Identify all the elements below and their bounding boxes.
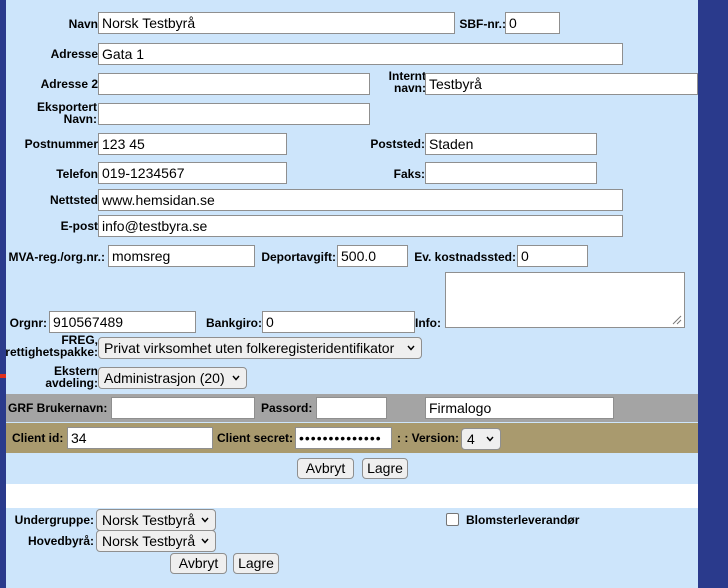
postnummer-input[interactable]: 123 45	[98, 133, 287, 155]
client-secret-label: Client secret:	[217, 431, 294, 445]
undergruppe-label: Undergruppe:	[14, 513, 94, 527]
firmalogo-input[interactable]: Firmalogo	[425, 397, 614, 419]
resize-grip-icon[interactable]	[672, 315, 682, 325]
adresse-input[interactable]: Gata 1	[98, 43, 623, 65]
bankgiro-input[interactable]: 0	[262, 311, 415, 333]
info-label: Info:	[415, 316, 441, 330]
chevron-down-icon	[201, 538, 209, 544]
hovedbyra-label: Hovedbyrå:	[27, 534, 94, 548]
epost-input[interactable]: info@testbyra.se	[98, 215, 623, 237]
faks-label: Faks:	[393, 167, 425, 181]
adresse2-input[interactable]	[98, 73, 370, 95]
agency-form-panel: Navn: Norsk Testbyrå SBF-nr.: 0 Adresse:…	[5, 0, 698, 588]
save-button[interactable]: Lagre	[362, 458, 408, 479]
spacer-band	[6, 484, 698, 508]
freg-selected: Privat virksomhet uten folkeregisteriden…	[104, 340, 395, 356]
ekstern-avdeling-label: Ekstern avdeling:	[45, 364, 98, 390]
blomsterleverandor-checkbox[interactable]	[446, 513, 459, 526]
undergruppe-selected: Norsk Testbyrå	[102, 512, 196, 528]
navn-input[interactable]: Norsk Testbyrå	[98, 12, 455, 34]
ekstern-avdeling-select[interactable]: Administrasjon (20)	[98, 367, 247, 389]
telefon-label: Telefon:	[56, 167, 102, 181]
nettsted-input[interactable]: www.hemsidan.se	[98, 189, 623, 211]
kostnadssted-input[interactable]: 0	[517, 245, 588, 267]
hovedbyra-selected: Norsk Testbyrå	[102, 533, 196, 549]
chevron-down-icon	[201, 517, 209, 523]
telefon-input[interactable]: 019-1234567	[98, 162, 287, 184]
orgnr-input[interactable]: 910567489	[49, 311, 196, 333]
client-secret-input[interactable]: ••••••••••••••	[295, 427, 392, 449]
grf-brukernavn-label: GRF Brukernavn:	[8, 401, 108, 415]
save-button[interactable]: Lagre	[233, 553, 279, 574]
poststed-input[interactable]: Staden	[425, 133, 597, 155]
sbf-nr-input[interactable]: 0	[505, 12, 560, 34]
undergruppe-select[interactable]: Norsk Testbyrå	[96, 509, 216, 531]
passord-input[interactable]	[316, 397, 387, 419]
eksportert-navn-input[interactable]	[98, 103, 370, 125]
version-select[interactable]: 4	[461, 428, 501, 450]
passord-label: Passord:	[261, 401, 313, 415]
bankgiro-label: Bankgiro:	[205, 316, 262, 330]
hovedbyra-select[interactable]: Norsk Testbyrå	[96, 530, 216, 552]
chevron-down-icon	[486, 436, 494, 442]
freg-select[interactable]: Privat virksomhet uten folkeregisteriden…	[98, 337, 422, 359]
postnummer-label: Postnummer:	[24, 137, 102, 151]
chevron-down-icon	[232, 375, 240, 381]
poststed-label: Poststed:	[370, 137, 425, 151]
ekstern-avdeling-selected: Administrasjon (20)	[104, 370, 225, 386]
deportavgift-label: Deportavgift:	[261, 250, 336, 264]
orgnr-label: Orgnr:	[9, 316, 47, 330]
nettsted-label: Nettsted:	[49, 193, 102, 207]
adresse2-label: Adresse 2:	[40, 77, 102, 91]
grf-brukernavn-input[interactable]	[111, 397, 255, 419]
eksportert-navn-label: Eksportert Navn:	[36, 100, 97, 126]
freg-label: FREG, rettighetspakke:	[5, 333, 98, 359]
chevron-down-icon	[407, 345, 415, 351]
deportavgift-input[interactable]: 500.0	[337, 245, 408, 267]
mva-label: MVA-reg./org.nr.:	[8, 250, 105, 264]
info-textarea[interactable]	[445, 272, 685, 328]
adresse-label: Adresse:	[50, 47, 102, 61]
faks-input[interactable]	[425, 162, 597, 184]
cancel-button[interactable]: Avbryt	[297, 458, 354, 479]
version-selected: 4	[467, 431, 475, 447]
epost-label: E-post:	[60, 219, 102, 233]
mva-input[interactable]: momsreg	[108, 245, 255, 267]
version-label: : : Version:	[397, 431, 460, 445]
navn-label: Navn:	[68, 17, 102, 31]
internt-navn-input[interactable]: Testbyrå	[425, 73, 698, 95]
blomsterleverandor-label: Blomsterleverandør	[466, 513, 580, 527]
client-id-input[interactable]: 34	[67, 427, 213, 449]
client-id-label: Client id:	[12, 431, 64, 445]
internt-navn-label: Internt navn:	[388, 69, 426, 95]
cancel-button[interactable]: Avbryt	[170, 553, 227, 574]
sbf-nr-label: SBF-nr.:	[459, 17, 506, 31]
kostnadssted-label: Ev. kostnadssted:	[414, 250, 516, 264]
